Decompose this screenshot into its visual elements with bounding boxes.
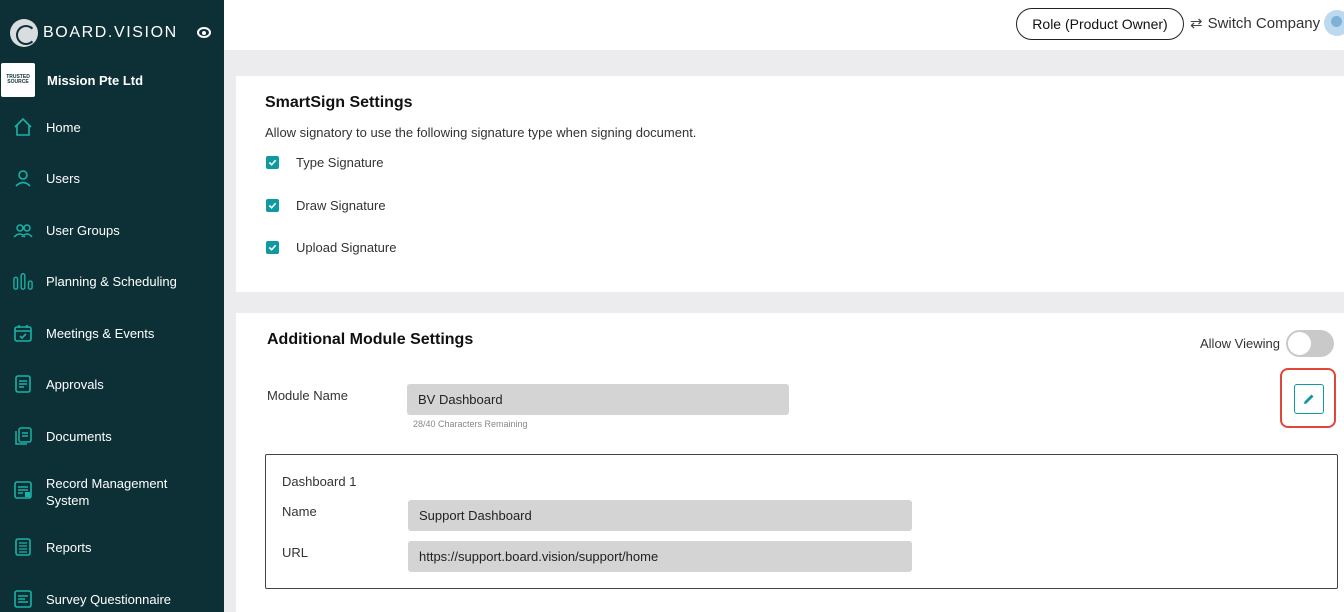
sidebar-item-label: Documents — [46, 428, 112, 444]
allow-viewing-toggle[interactable] — [1286, 330, 1334, 357]
company-selector[interactable]: TRUSTED SOURCE Mission Pte Ltd — [0, 63, 224, 97]
sidebar-item-planning[interactable]: Planning & Scheduling — [0, 271, 224, 291]
documents-icon — [13, 426, 33, 446]
sidebar-item-record-management[interactable]: Record Management System — [0, 474, 224, 508]
sidebar-item-meetings[interactable]: Meetings & Events — [0, 323, 224, 343]
sidebar-item-label: User Groups — [46, 222, 120, 238]
brand-name: BOARD.VISION — [43, 24, 178, 41]
bar-chart-icon — [13, 271, 33, 291]
module-name-input[interactable]: BV Dashboard — [407, 384, 789, 415]
switch-company-label: Switch Company — [1207, 14, 1321, 32]
module-name-label: Module Name — [267, 388, 348, 403]
dashboard-title: Dashboard 1 — [282, 474, 357, 489]
smartsign-description: Allow signatory to use the following sig… — [265, 125, 697, 140]
company-name: Mission Pte Ltd — [47, 72, 144, 88]
sidebar-item-label: Record Management System — [46, 476, 168, 508]
type-signature-option[interactable]: Type Signature — [266, 155, 383, 170]
top-bar: Role (Product Owner) ⇄ Switch Company — [224, 0, 1344, 50]
avatar[interactable] — [1324, 10, 1344, 36]
edit-button[interactable] — [1294, 384, 1324, 414]
approvals-icon — [13, 374, 33, 394]
switch-arrows-icon: ⇄ — [1190, 15, 1203, 32]
switch-company-button[interactable]: ⇄ Switch Company — [1190, 14, 1321, 33]
checkbox[interactable] — [266, 241, 279, 254]
sidebar-item-approvals[interactable]: Approvals — [0, 374, 224, 394]
sidebar-item-documents[interactable]: Documents — [0, 426, 224, 446]
calendar-icon — [13, 323, 33, 343]
sidebar-item-label: Planning & Scheduling — [46, 273, 177, 289]
sidebar-item-label: Survey Questionnaire — [46, 591, 172, 607]
sidebar-item-users[interactable]: Users — [0, 168, 224, 188]
allow-viewing-label: Allow Viewing — [1200, 336, 1280, 351]
role-button[interactable]: Role (Product Owner) — [1016, 8, 1184, 40]
checkbox-label: Upload Signature — [296, 240, 397, 255]
user-group-icon — [13, 220, 33, 240]
eye-icon[interactable] — [197, 27, 211, 38]
user-icon — [13, 168, 33, 188]
toggle-knob — [1288, 332, 1311, 355]
sidebar-item-user-groups[interactable]: User Groups — [0, 220, 224, 240]
sidebar-item-label: Reports — [46, 539, 92, 555]
pencil-icon — [1304, 394, 1314, 404]
home-icon — [13, 117, 33, 137]
dashboard-url-input[interactable]: https://support.board.vision/support/hom… — [408, 541, 912, 572]
survey-icon — [13, 589, 33, 609]
dashboard-url-label: URL — [282, 545, 309, 560]
draw-signature-option[interactable]: Draw Signature — [266, 198, 386, 213]
sidebar-item-label: Users — [46, 170, 80, 186]
sidebar-item-label: Home — [46, 119, 81, 135]
smartsign-title: SmartSign Settings — [265, 94, 413, 111]
reports-icon — [13, 537, 33, 557]
record-icon — [13, 480, 33, 500]
checkbox[interactable] — [266, 156, 279, 169]
checkbox[interactable] — [266, 199, 279, 212]
brand-logo[interactable]: BOARD.VISION — [10, 18, 178, 48]
checkbox-label: Draw Signature — [296, 198, 386, 213]
smartsign-settings-panel: SmartSign Settings Allow signatory to us… — [236, 76, 1344, 292]
dashboard-name-label: Name — [282, 504, 317, 519]
checkbox-label: Type Signature — [296, 155, 384, 170]
sidebar-item-survey[interactable]: Survey Questionnaire — [0, 589, 224, 609]
sidebar-item-label: Approvals — [46, 376, 104, 392]
sidebar: BOARD.VISION TRUSTED SOURCE Mission Pte … — [0, 0, 224, 612]
sidebar-item-reports[interactable]: Reports — [0, 537, 224, 557]
upload-signature-option[interactable]: Upload Signature — [266, 240, 396, 255]
dashboard-name-input[interactable]: Support Dashboard — [408, 500, 912, 531]
dashboard-card: Dashboard 1 Name Support Dashboard URL h… — [265, 454, 1338, 589]
sidebar-item-home[interactable]: Home — [0, 117, 224, 137]
module-settings-title: Additional Module Settings — [267, 331, 474, 348]
additional-module-settings-panel: Additional Module Settings Allow Viewing… — [236, 313, 1344, 612]
company-logo: TRUSTED SOURCE — [1, 63, 35, 97]
board-vision-logo-icon — [10, 19, 38, 47]
sidebar-item-label: Meetings & Events — [46, 325, 155, 341]
character-counter: 28/40 Characters Remaining — [413, 419, 528, 429]
